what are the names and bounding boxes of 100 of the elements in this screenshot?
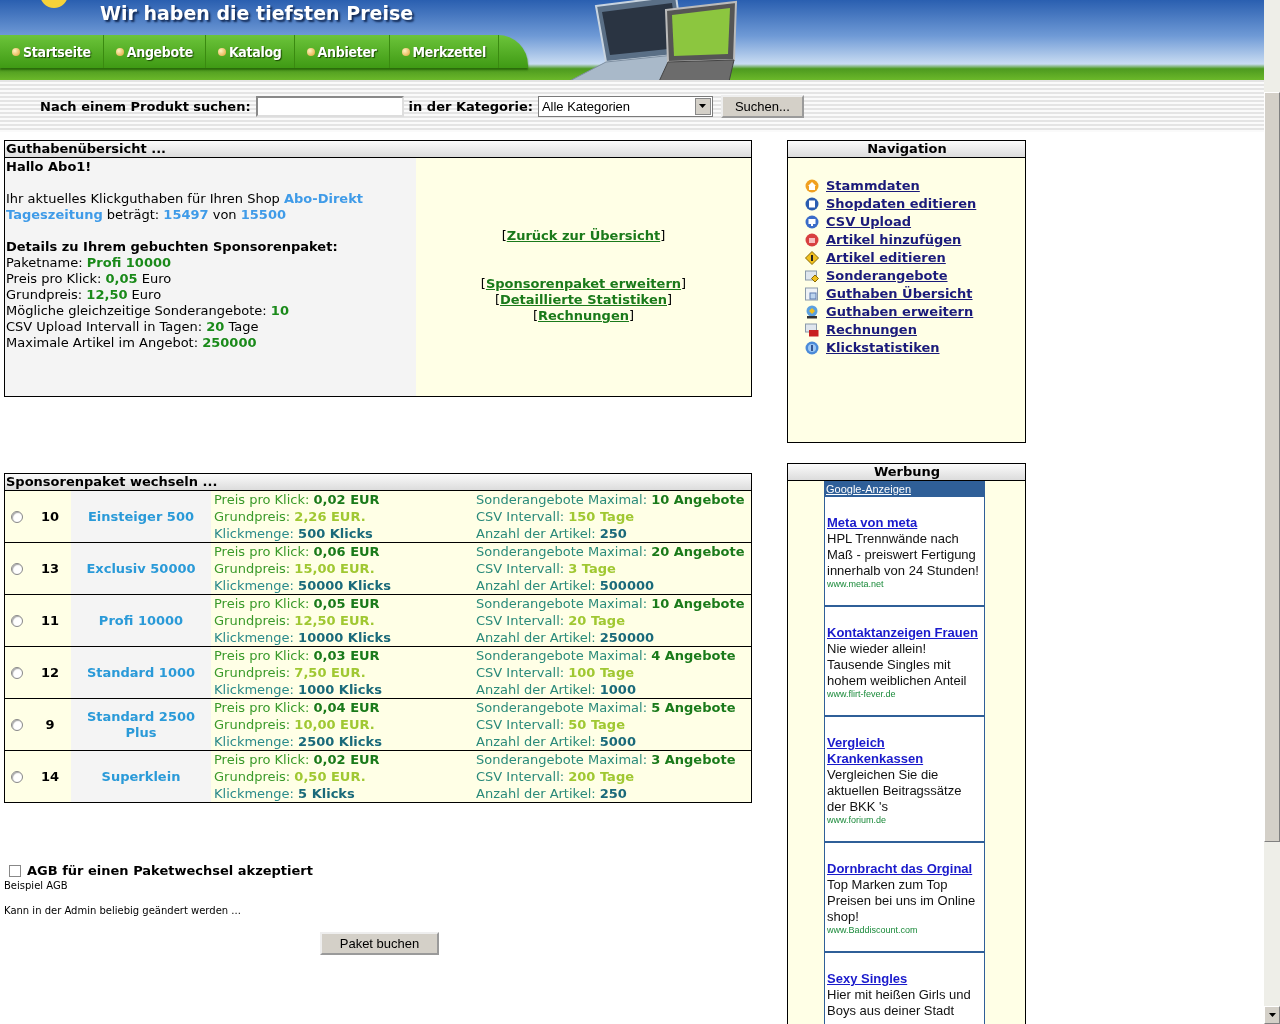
package-name: Exclusiv 50000 [71, 543, 211, 594]
info-text: Details zu Ihrem gebuchten Sponsorenpaket: [6, 239, 339, 255]
ad-title-link[interactable]: Vergleich Krankenkassen [827, 735, 983, 767]
checkbox[interactable] [9, 864, 21, 877]
package-detail: Klickmenge: 5 Klicks [214, 785, 355, 802]
ad-url: www.flirt-fever.de [827, 689, 897, 699]
package-name: Superklein [71, 751, 211, 802]
ad-title-link[interactable]: Kontaktanzeigen Frauen [827, 625, 983, 641]
radio-button[interactable] [11, 666, 23, 679]
window-icon [805, 286, 819, 301]
panel-title: Guthabenübersicht ... [5, 141, 751, 158]
package-detail: Grundpreis: 7,50 EUR. [214, 664, 366, 681]
ad-url: www.Baddiscount.com [827, 925, 919, 935]
package-id: 10 [39, 508, 61, 526]
slogan: Wir haben die tiefsten Preise [100, 2, 414, 24]
package-detail: Sonderangebote Maximal: 5 Angebote [476, 699, 736, 716]
package-detail: Klickmenge: 50000 Klicks [214, 577, 391, 594]
nav-link[interactable]: Klickstatistiken [826, 340, 940, 355]
package-detail: Grundpreis: 0,50 EUR. [214, 768, 366, 785]
scroll-down-button[interactable] [1264, 1006, 1280, 1024]
ad-url: www.forium.de [827, 815, 888, 825]
link[interactable]: Rechnungen [538, 308, 629, 323]
down-arrow-icon [1268, 1013, 1276, 1017]
book-button[interactable]: Paket buchen [319, 932, 440, 955]
package-detail: Grundpreis: 12,50 EUR. [214, 612, 375, 629]
package-detail: Preis pro Klick: 0,04 EUR [214, 699, 380, 716]
link[interactable]: Detaillierte Statistiken [500, 292, 667, 307]
scroll-thumb[interactable] [1264, 92, 1280, 842]
scrollbar[interactable] [1264, 0, 1280, 1024]
agb-text: Kann in der Admin beliebig geändert werden ... [4, 905, 242, 916]
package-detail: CSV Intervall: 150 Tage [476, 508, 634, 525]
package-detail: Sonderangebote Maximal: 10 Angebote [476, 491, 745, 508]
package-name: Standard 1000 [71, 647, 211, 698]
info-text: Preis pro Klick: 0,05 Euro [6, 271, 173, 287]
radio-button[interactable] [11, 770, 23, 783]
link[interactable]: Sponsorenpaket erweitern [485, 276, 682, 291]
package-detail: CSV Intervall: 3 Tage [476, 560, 616, 577]
package-name: Standard 2500 Plus [71, 699, 211, 750]
package-detail: Grundpreis: 10,00 EUR. [214, 716, 375, 733]
info-text: Hallo Abo1! [6, 159, 93, 175]
ads-provider-link[interactable]: Google-Anzeigen [826, 483, 911, 495]
warning-sign-icon [805, 250, 819, 265]
package-detail: Anzahl der Artikel: 250 [476, 785, 627, 802]
package-detail: Preis pro Klick: 0,03 EUR [214, 647, 380, 664]
link-line: [Rechnungen] [532, 308, 635, 324]
agb-title: Beispiel AGB [4, 880, 69, 891]
nav-link[interactable]: Shopdaten editieren [826, 196, 977, 211]
package-id: 14 [39, 768, 61, 786]
search-label: Nach einem Produkt suchen: [40, 98, 251, 114]
info-text: Paketname: Profi 10000 [6, 255, 173, 271]
nav-link[interactable]: Sonderangebote [826, 268, 948, 283]
nav-link[interactable]: Guthaben Übersicht [826, 286, 973, 301]
ad-text: Nie wieder allein! Tausende Singles mit hohem weiblichen Anteil [827, 641, 968, 689]
category-label: in der Kategorie: [408, 98, 533, 114]
link-line: [Sponsorenpaket erweitern] [480, 276, 687, 292]
checkbox-label: AGB für einen Paketwechsel akzeptiert [27, 863, 313, 878]
panel-title: Sponsorenpaket wechseln ... [5, 474, 751, 491]
search-field[interactable] [255, 95, 404, 117]
ad-title-link[interactable]: Dornbracht das Orginal [827, 861, 983, 877]
info-text: Ihr aktuelles Klickguthaben für Ihren Shop Abo-Direkt Tageszeitung beträgt: 15497 von 15500 [6, 191, 364, 223]
link-line: [Zurück zur Übersicht] [501, 228, 666, 244]
nav-link[interactable]: CSV Upload [826, 214, 912, 229]
nav-link[interactable]: Artikel editieren [826, 250, 946, 265]
package-detail: Sonderangebote Maximal: 20 Angebote [476, 543, 745, 560]
circle-icon [805, 232, 819, 247]
briefcase-icon [805, 322, 819, 337]
package-id: 11 [39, 612, 61, 630]
ad-title-link[interactable]: Meta von meta [827, 515, 983, 531]
radio-button[interactable] [11, 510, 23, 523]
globe-icon [805, 304, 819, 319]
package-detail: Anzahl der Artikel: 250 [476, 525, 627, 542]
package-id: 12 [39, 664, 61, 682]
package-detail: Klickmenge: 1000 Klicks [214, 681, 382, 698]
package-detail: CSV Intervall: 20 Tage [476, 612, 625, 629]
monitor-icon [805, 214, 819, 229]
package-detail: Anzahl der Artikel: 1000 [476, 681, 636, 698]
link[interactable]: Zurück zur Übersicht [506, 228, 661, 243]
category-dropdown[interactable]: Alle Kategorien [537, 95, 713, 117]
package-detail: Anzahl der Artikel: 5000 [476, 733, 636, 750]
info-text: CSV Upload Intervall in Tagen: 20 Tage [6, 319, 260, 335]
ad-title-link[interactable]: Sexy Singles [827, 971, 983, 987]
panel-title: Werbung [788, 464, 1025, 481]
nav-link[interactable]: Artikel hinzufügen [826, 232, 962, 247]
package-detail: Klickmenge: 2500 Klicks [214, 733, 382, 750]
ad-url: www.meta.net [827, 579, 885, 589]
info-text: Grundpreis: 12,50 Euro [6, 287, 163, 303]
radio-button[interactable] [11, 562, 23, 575]
package-detail: CSV Intervall: 100 Tage [476, 664, 634, 681]
radio-button[interactable] [11, 614, 23, 627]
info-text: Maximale Artikel im Angebot: 250000 [6, 335, 258, 351]
ad-text: Top Marken zum Top Preisen bei uns im Online shop! [827, 877, 977, 925]
package-detail: CSV Intervall: 200 Tage [476, 768, 634, 785]
nav-link[interactable]: Guthaben erweitern [826, 304, 974, 319]
package-detail: Preis pro Klick: 0,02 EUR [214, 491, 380, 508]
search-button[interactable]: Suchen... [720, 94, 804, 118]
link-line: [Detaillierte Statistiken] [494, 292, 673, 308]
nav-link[interactable]: Rechnungen [826, 322, 917, 337]
nav-link[interactable]: Stammdaten [826, 178, 920, 193]
radio-button[interactable] [11, 718, 23, 731]
caret-icon [699, 104, 707, 108]
